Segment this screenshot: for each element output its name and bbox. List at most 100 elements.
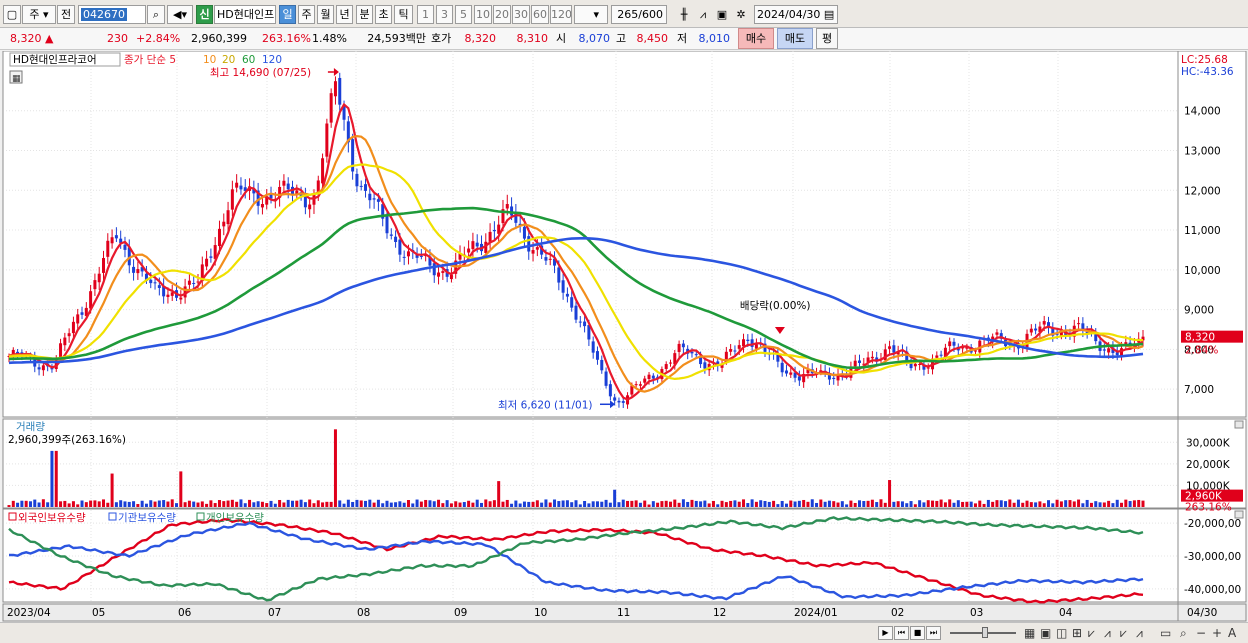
candle-body [67,333,71,337]
buy-button[interactable]: 매수 [738,28,774,49]
candle-body [406,251,410,257]
volume-bar [643,500,647,507]
date-tick-label: 12 [713,607,726,619]
save-icon[interactable]: ▣ [713,5,731,24]
volume-bar [673,499,677,507]
period-day-tab[interactable]: 일 [279,5,296,24]
period-second-tab[interactable]: 초 [375,5,392,24]
prev-button[interactable]: 전 [57,5,75,24]
line-tool-icon[interactable]: ⩘ [694,5,712,24]
volume-bar [1038,501,1042,507]
volume-bar [703,500,707,507]
interval-1[interactable]: 1 [417,5,434,24]
forward-icon[interactable]: ⏭ [926,626,941,640]
candle-body [260,203,264,208]
volume-bar [815,502,819,507]
layout-icon[interactable]: ▣ [1040,626,1051,640]
draw-icon[interactable]: ⩗ [1120,626,1127,640]
volume-bar [106,502,110,507]
candle-body [316,180,320,192]
volume-bar [621,499,625,507]
period-year-tab[interactable]: 년 [336,5,353,24]
volume-bar [226,500,230,507]
candle-body [338,77,342,105]
window-icon[interactable]: ▢ [3,5,21,24]
volume-bar [1077,499,1081,507]
volume-bar [312,503,316,507]
volume-bar [286,499,290,507]
period-month-tab[interactable]: 월 [317,5,334,24]
volume-bar [170,499,174,507]
price-tick-label: 13,000 [1184,146,1221,158]
period-week-tab[interactable]: 주 [298,5,315,24]
measure-icon[interactable]: ⩘ [1136,626,1143,640]
volume-bar [59,501,63,507]
volume-bar [720,500,724,507]
ask-price: 8,320 [464,32,497,45]
volume-bar [368,499,372,507]
volume-bar [333,429,337,507]
search-icon[interactable]: ⌕ [147,5,165,24]
volume-bar [750,499,754,507]
stock-name-field[interactable]: HD현대인프 [214,5,276,24]
date-tick-label: 10 [534,607,547,619]
grid-icon[interactable]: ▦ [1024,626,1035,640]
interval-120[interactable]: 120 [550,5,572,24]
zoom-in-icon[interactable]: + [1212,626,1222,640]
play-icon[interactable]: ▶ [878,626,893,640]
average-button[interactable]: 평 [816,28,838,49]
new-stock-badge[interactable]: 신 [196,5,213,24]
holding-tick-label: -30,000,00 [1184,551,1241,563]
zoom-slider-handle[interactable] [982,627,988,638]
volume-bar [956,500,960,507]
stop-icon[interactable]: ■ [910,626,925,640]
volume-bar [54,450,58,507]
volume-bar [415,499,419,507]
volume-bar [613,489,617,507]
volume-bar [33,499,37,507]
volume-bar [845,504,849,507]
interval-dropdown[interactable]: ▾ [574,5,608,24]
date-tick-label: 06 [178,607,192,619]
speaker-icon[interactable]: ◀▾ [167,5,193,24]
candle-body [669,362,672,364]
candle-body [858,360,861,364]
interval-30[interactable]: 30 [512,5,530,24]
period-minute-tab[interactable]: 분 [356,5,373,24]
candle-body [565,293,569,297]
volume-bar [664,500,668,507]
period-tick-tab[interactable]: 틱 [394,5,413,24]
rewind-icon[interactable]: ⏮ [894,626,909,640]
candle-body [449,274,453,280]
interval-5[interactable]: 5 [455,5,472,24]
interval-10[interactable]: 10 [474,5,492,24]
data-count-field[interactable]: 265/600 [611,5,667,24]
interval-20[interactable]: 20 [493,5,511,24]
zoom-out-icon[interactable]: − [1196,626,1206,640]
search-icon[interactable]: ⌕ [1180,626,1187,640]
stock-code-input[interactable]: 042670 [78,5,146,24]
volume-bar [123,501,127,507]
font-size-icon[interactable]: A [1228,626,1236,640]
chart-type-icon[interactable]: ⊞ [1072,626,1082,640]
interval-60[interactable]: 60 [531,5,549,24]
volume-bar [909,501,913,507]
interval-3[interactable]: 3 [436,5,453,24]
gear-icon[interactable]: ✲ [732,5,750,24]
date-field[interactable]: 2024/04/30 ▤ [754,5,838,24]
capture-icon[interactable]: ▭ [1160,626,1171,640]
volume-bar [802,499,806,507]
candle-body [136,269,140,274]
volume-bar [660,501,664,507]
candle-body [187,280,191,285]
volume-ratio: 263.16% [262,32,311,45]
pattern-icon[interactable]: ◫ [1056,626,1067,640]
indicator-icon[interactable]: ⩗ [1088,626,1095,640]
period-cycle-select[interactable]: 주 ▾ [22,5,56,24]
sell-button[interactable]: 매도 [777,28,813,49]
volume-bar [462,502,466,507]
volume-bar [557,501,561,507]
trend-icon[interactable]: ⩘ [1104,626,1111,640]
last-pct-label: 2.84% [1185,345,1218,357]
candle-type-icon[interactable]: ╫ [675,5,693,24]
